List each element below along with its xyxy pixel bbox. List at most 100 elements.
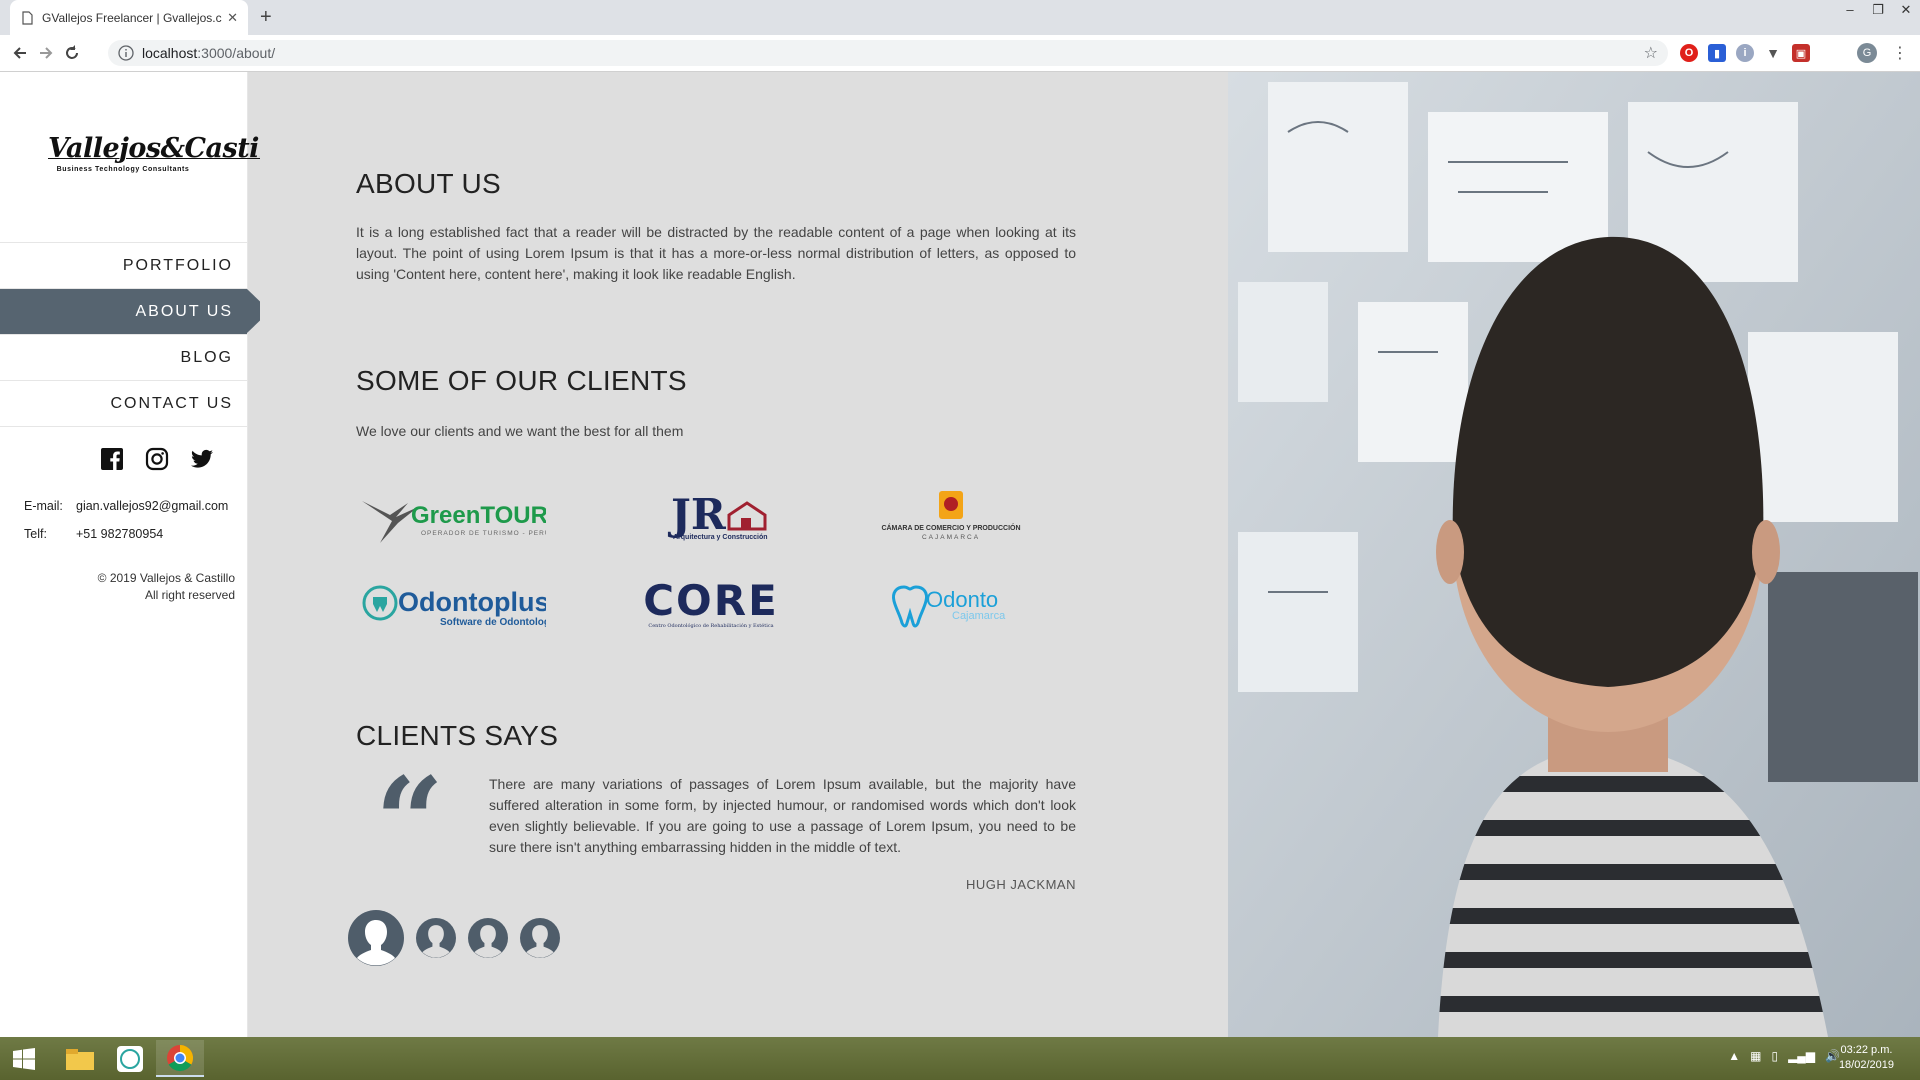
camara-logo: CÁMARA DE COMERCIO Y PRODUCCIÓN CAJAMARC… — [881, 491, 1021, 541]
taskbar-file-explorer[interactable] — [56, 1040, 104, 1077]
forward-icon[interactable] — [36, 43, 56, 63]
copyright: © 2019 Vallejos & Castillo All right res… — [98, 570, 235, 604]
testimonial-text: There are many variations of passages of… — [489, 776, 1076, 855]
camara-name: CÁMARA DE COMERCIO Y PRODUCCIÓN — [881, 523, 1020, 532]
clients-subtitle: We love our clients and we want the best… — [356, 423, 684, 439]
logo-text: Vallejos&Castillo — [48, 133, 296, 164]
folder-icon — [66, 1048, 94, 1070]
windows-logo-icon — [13, 1047, 35, 1070]
taskbar-odonto-app[interactable] — [106, 1040, 154, 1077]
dictionary-extension-icon[interactable]: i — [1736, 44, 1754, 62]
jr-sub: Arquitectura y Construcción — [673, 534, 768, 541]
extensions: O ▮ i ▼ ▣ — [1680, 44, 1810, 62]
phone-row: Telf: +51 982780954 — [24, 520, 228, 548]
profile-avatar[interactable]: G — [1857, 43, 1877, 63]
new-tab-button[interactable]: + — [260, 6, 272, 29]
restore-button[interactable]: ❐ — [1864, 0, 1892, 22]
client-logo-camara[interactable]: CÁMARA DE COMERCIO Y PRODUCCIÓN CAJAMARC… — [856, 485, 1046, 545]
back-icon[interactable] — [10, 43, 30, 63]
main-content: ABOUT US It is a long established fact t… — [260, 72, 1228, 1037]
about-text: It is a long established fact that a rea… — [356, 224, 1076, 282]
client-logo-jr[interactable]: JR Arquitectura y Construcción — [626, 485, 816, 545]
browser-tabbar: GVallejos Freelancer | Gvallejos.c ✕ + –… — [0, 0, 1920, 35]
client-logo-odontoplus[interactable]: Odontoplus Software de Odontología — [356, 575, 546, 635]
taskbar-clock[interactable]: 03:22 p.m. 18/02/2019 — [1839, 1043, 1894, 1073]
avatar-active[interactable] — [348, 910, 404, 966]
tray-arrow-icon[interactable]: ▲ — [1728, 1049, 1740, 1063]
close-tab-icon[interactable]: ✕ — [227, 10, 238, 26]
signal-icon[interactable]: ▂▄▆ — [1788, 1049, 1815, 1063]
bookmark-star-icon[interactable]: ☆ — [1644, 43, 1658, 63]
rights-text: All right reserved — [144, 588, 235, 602]
odontoplus-sub: Software de Odontología — [440, 617, 546, 628]
menu-item-blog[interactable]: BLOG — [0, 335, 247, 381]
user-silhouette-icon — [468, 918, 508, 958]
browser-tab[interactable]: GVallejos Freelancer | Gvallejos.c ✕ — [10, 0, 248, 35]
avatar[interactable] — [468, 918, 508, 958]
network-icon[interactable]: ▦ — [1750, 1049, 1761, 1063]
twitter-icon[interactable] — [190, 447, 214, 471]
greentours-sub: OPERADOR DE TURISMO - PERÚ — [421, 528, 546, 537]
contact-info: E-mail: gian.vallejos92@gmail.com Telf: … — [24, 492, 228, 548]
tooth-app-icon — [117, 1045, 143, 1072]
page-icon — [22, 10, 33, 25]
menu-item-portfolio[interactable]: PORTFOLIO — [0, 243, 247, 289]
menu-kebab-icon[interactable]: ⋮ — [1892, 43, 1908, 63]
close-window-button[interactable]: ✕ — [1892, 0, 1920, 22]
start-button[interactable] — [0, 1040, 48, 1077]
about-title: ABOUT US — [356, 168, 502, 199]
testimonial-avatars — [348, 910, 560, 966]
site-info-icon[interactable] — [118, 45, 134, 61]
minimize-button[interactable]: – — [1836, 0, 1864, 22]
menu-item-about-us[interactable]: ABOUT US — [0, 289, 270, 335]
odontoplus-logo: Odontoplus Software de Odontología — [362, 585, 546, 628]
menu-item-contact-us[interactable]: CONTACT US — [0, 381, 247, 427]
tab-title: GVallejos Freelancer | Gvallejos.c — [42, 10, 222, 25]
man-at-whiteboard-image — [1228, 72, 1920, 1037]
odontoplus-name: Odontoplus — [398, 587, 546, 617]
vue-extension-icon[interactable]: ▼ — [1764, 44, 1782, 62]
jr-name: JR — [667, 490, 727, 539]
system-tray: ▲ ▦ ▯ ▂▄▆ 🔊 — [1728, 1049, 1840, 1063]
brand-logo[interactable]: Vallejos&Castillo Business Technology Co… — [48, 133, 296, 174]
phone-number: +51 982780954 — [76, 527, 164, 541]
copyright-text: © 2019 Vallejos & Castillo — [97, 571, 235, 585]
jr-logo: JR Arquitectura y Construcción — [667, 490, 768, 541]
client-logo-odonto[interactable]: Odonto Cajamarca — [856, 575, 1046, 635]
client-logo-core[interactable]: CORE Centro Odontológico de Rehabilitaci… — [616, 575, 806, 635]
chrome-icon — [167, 1044, 194, 1071]
avatar[interactable] — [520, 918, 560, 958]
client-logo-greentours[interactable]: GreenTOURS OPERADOR DE TURISMO - PERÚ — [356, 485, 546, 545]
core-name: CORE — [643, 576, 779, 625]
window-controls: – ❐ ✕ — [1836, 0, 1920, 22]
volume-icon[interactable]: 🔊 — [1825, 1049, 1840, 1063]
user-silhouette-icon — [520, 918, 560, 958]
facebook-icon[interactable] — [100, 447, 124, 471]
logo-tagline: Business Technology Consultants — [56, 166, 190, 173]
odonto-logo: Odonto Cajamarca — [892, 585, 1006, 628]
taskbar-chrome[interactable] — [156, 1040, 204, 1077]
address-bar[interactable]: localhost:3000/about/ ☆ — [108, 40, 1668, 66]
phone-label: Telf: — [24, 527, 47, 541]
user-silhouette-icon — [416, 918, 456, 958]
camera-extension-icon[interactable]: ▣ — [1792, 44, 1810, 62]
testimonial-author: HUGH JACKMAN — [965, 877, 1076, 892]
clients-title: SOME OF OUR CLIENTS — [356, 365, 687, 396]
opera-extension-icon[interactable]: O — [1680, 44, 1698, 62]
email-row: E-mail: gian.vallejos92@gmail.com — [24, 492, 228, 520]
testimonials-title: CLIENTS SAYS — [356, 720, 559, 751]
odonto-sub: Cajamarca — [952, 610, 1006, 622]
clock-time: 03:22 p.m. — [1840, 1044, 1893, 1056]
greentours-name: GreenTOURS — [411, 502, 546, 529]
camara-sub: CAJAMARCA — [922, 534, 980, 541]
greentours-logo: GreenTOURS OPERADOR DE TURISMO - PERÚ — [362, 501, 546, 543]
battery-icon[interactable]: ▯ — [1771, 1049, 1778, 1063]
reload-icon[interactable] — [62, 43, 82, 63]
browser-toolbar: localhost:3000/about/ ☆ O ▮ i ▼ ▣ G ⋮ — [0, 35, 1920, 72]
email-link[interactable]: gian.vallejos92@gmail.com — [76, 499, 228, 513]
sidebar: Vallejos&Castillo Business Technology Co… — [0, 72, 296, 1037]
bookmark-extension-icon[interactable]: ▮ — [1708, 44, 1726, 62]
instagram-icon[interactable] — [145, 447, 169, 471]
url-text: localhost:3000/about/ — [142, 45, 276, 61]
avatar[interactable] — [416, 918, 456, 958]
